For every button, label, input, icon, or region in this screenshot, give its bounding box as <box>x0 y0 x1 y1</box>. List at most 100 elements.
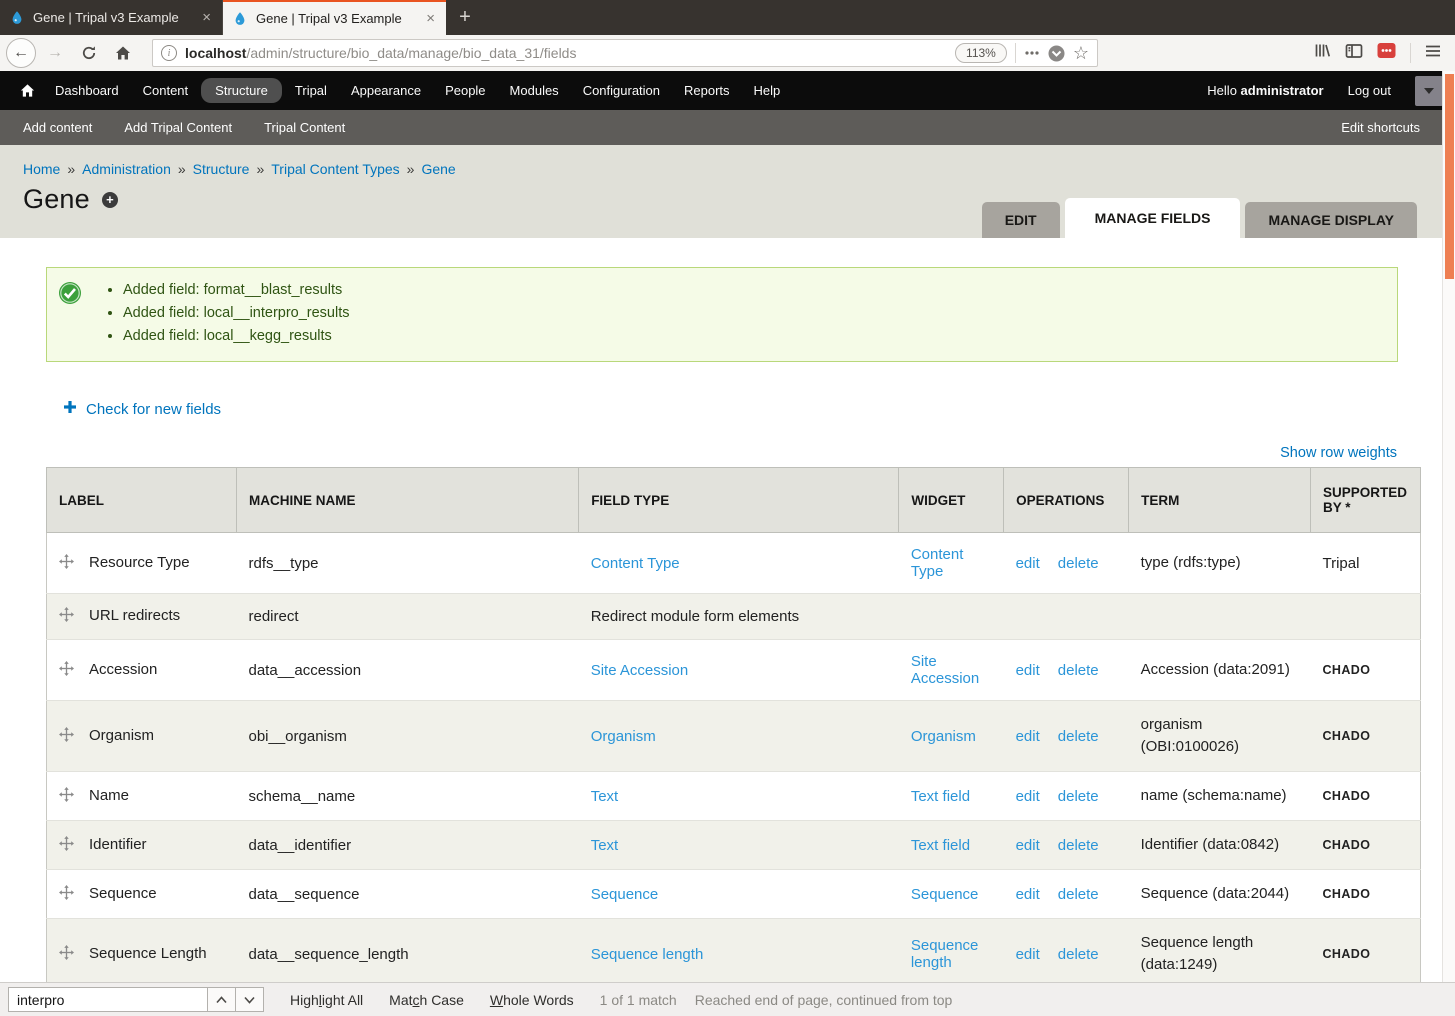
delete-link[interactable]: delete <box>1058 662 1099 679</box>
library-icon[interactable] <box>1314 42 1331 64</box>
url-bar[interactable]: i localhost/admin/structure/bio_data/man… <box>152 39 1098 67</box>
field-type-link[interactable]: Text <box>591 788 619 805</box>
extension-badge-icon[interactable] <box>1377 42 1396 64</box>
highlight-all-toggle[interactable]: Highlight All <box>290 992 363 1008</box>
field-type-link[interactable]: Content Type <box>591 555 680 572</box>
pocket-icon[interactable] <box>1048 45 1065 62</box>
edit-shortcuts-link[interactable]: Edit shortcuts <box>1341 120 1420 135</box>
delete-link[interactable]: delete <box>1058 837 1099 854</box>
admin-menu-tripal[interactable]: Tripal <box>284 78 338 103</box>
check-for-new-fields-link[interactable]: Check for new fields <box>86 401 221 418</box>
whole-words-toggle[interactable]: Whole Words <box>490 992 574 1008</box>
drag-handle-icon[interactable] <box>59 836 74 855</box>
admin-menu-modules[interactable]: Modules <box>499 78 570 103</box>
breadcrumb-tripal-content-types[interactable]: Tripal Content Types <box>271 161 399 177</box>
browser-tab-inactive[interactable]: Gene | Tripal v3 Example × <box>0 0 223 35</box>
match-case-toggle[interactable]: Match Case <box>389 992 464 1008</box>
shortcut-add-tripal-content[interactable]: Add Tripal Content <box>124 120 232 135</box>
edit-link[interactable]: edit <box>1016 886 1040 903</box>
tab-edit[interactable]: EDIT <box>982 202 1060 238</box>
bookmark-star-icon[interactable]: ☆ <box>1073 43 1089 64</box>
widget-link[interactable]: Sequence length <box>911 937 979 971</box>
page-scrollbar[interactable] <box>1442 71 1455 982</box>
field-label: Identifier <box>89 836 147 853</box>
field-type-link[interactable]: Organism <box>591 728 656 745</box>
field-type-link[interactable]: Sequence <box>591 886 659 903</box>
admin-home-icon[interactable] <box>12 83 42 98</box>
admin-menu-help[interactable]: Help <box>743 78 792 103</box>
url-text[interactable]: localhost/admin/structure/bio_data/manag… <box>185 45 947 61</box>
sidebar-toggle-icon[interactable] <box>1345 43 1363 64</box>
tab-manage-display[interactable]: MANAGE DISPLAY <box>1245 202 1417 238</box>
show-row-weights-link[interactable]: Show row weights <box>1280 445 1397 461</box>
add-shortcut-icon[interactable]: + <box>102 192 118 208</box>
admin-menu-reports[interactable]: Reports <box>673 78 741 103</box>
delete-link[interactable]: delete <box>1058 728 1099 745</box>
reload-button[interactable] <box>74 38 104 68</box>
back-button[interactable]: ← <box>6 38 36 68</box>
site-info-icon[interactable]: i <box>161 45 177 61</box>
edit-link[interactable]: edit <box>1016 837 1040 854</box>
browser-nav-bar: ← → i localhost/admin/structure/bio_data… <box>0 35 1455 71</box>
page-actions-icon[interactable] <box>1024 45 1040 61</box>
edit-link[interactable]: edit <box>1016 728 1040 745</box>
url-path: /admin/structure/bio_data/manage/bio_dat… <box>246 45 576 61</box>
widget-link[interactable]: Text field <box>911 788 970 805</box>
toolbar-toggle-button[interactable] <box>1415 76 1443 106</box>
admin-menu-content[interactable]: Content <box>132 78 200 103</box>
edit-link[interactable]: edit <box>1016 946 1040 963</box>
supported-by: CHADO <box>1311 821 1421 870</box>
delete-link[interactable]: delete <box>1058 555 1099 572</box>
delete-link[interactable]: delete <box>1058 788 1099 805</box>
new-tab-button[interactable]: + <box>446 0 484 35</box>
field-type-link[interactable]: Site Accession <box>591 662 689 679</box>
widget-link[interactable]: Organism <box>911 728 976 745</box>
admin-menu-configuration[interactable]: Configuration <box>572 78 671 103</box>
status-message-item: Added field: local__interpro_results <box>123 302 350 325</box>
toggle-text: hole Words <box>503 992 574 1008</box>
home-button[interactable] <box>108 38 138 68</box>
breadcrumb-home[interactable]: Home <box>23 161 60 177</box>
field-machine-name: data__sequence_length <box>236 919 578 983</box>
shortcut-tripal-content[interactable]: Tripal Content <box>264 120 345 135</box>
admin-menu-people[interactable]: People <box>434 78 496 103</box>
widget-link[interactable]: Content Type <box>911 546 964 580</box>
scrollbar-thumb[interactable] <box>1445 74 1454 279</box>
breadcrumb-structure[interactable]: Structure <box>193 161 250 177</box>
field-type-link[interactable]: Sequence length <box>591 946 704 963</box>
delete-link[interactable]: delete <box>1058 946 1099 963</box>
breadcrumb-gene[interactable]: Gene <box>421 161 455 177</box>
browser-tab-active[interactable]: Gene | Tripal v3 Example × <box>223 0 446 35</box>
breadcrumb-administration[interactable]: Administration <box>82 161 171 177</box>
drag-handle-icon[interactable] <box>59 661 74 680</box>
edit-link[interactable]: edit <box>1016 662 1040 679</box>
tab-close-icon[interactable]: × <box>200 9 213 26</box>
field-type-link[interactable]: Text <box>591 837 619 854</box>
drag-handle-icon[interactable] <box>59 554 74 573</box>
widget-link[interactable]: Sequence <box>911 886 979 903</box>
tab-close-icon[interactable]: × <box>424 10 437 27</box>
tab-manage-fields[interactable]: MANAGE FIELDS <box>1065 198 1241 238</box>
admin-menu-structure[interactable]: Structure <box>201 78 282 103</box>
find-next-button[interactable] <box>236 987 264 1012</box>
edit-link[interactable]: edit <box>1016 555 1040 572</box>
menu-hamburger-icon[interactable] <box>1425 44 1441 63</box>
delete-link[interactable]: delete <box>1058 886 1099 903</box>
widget-link[interactable]: Text field <box>911 837 970 854</box>
admin-menu-appearance[interactable]: Appearance <box>340 78 432 103</box>
drag-handle-icon[interactable] <box>59 945 74 964</box>
find-input[interactable] <box>8 987 208 1012</box>
edit-link[interactable]: edit <box>1016 788 1040 805</box>
drag-handle-icon[interactable] <box>59 607 74 626</box>
drag-handle-icon[interactable] <box>59 885 74 904</box>
widget-link[interactable]: Site Accession <box>911 653 979 687</box>
logout-link[interactable]: Log out <box>1348 83 1391 98</box>
drag-handle-icon[interactable] <box>59 727 74 746</box>
shortcut-add-content[interactable]: Add content <box>23 120 92 135</box>
field-label: Accession <box>89 661 157 678</box>
admin-menu-dashboard[interactable]: Dashboard <box>44 78 130 103</box>
drag-handle-icon[interactable] <box>59 787 74 806</box>
find-previous-button[interactable] <box>208 987 236 1012</box>
tab-title: Gene | Tripal v3 Example <box>33 10 192 25</box>
zoom-level-badge[interactable]: 113% <box>955 43 1007 63</box>
